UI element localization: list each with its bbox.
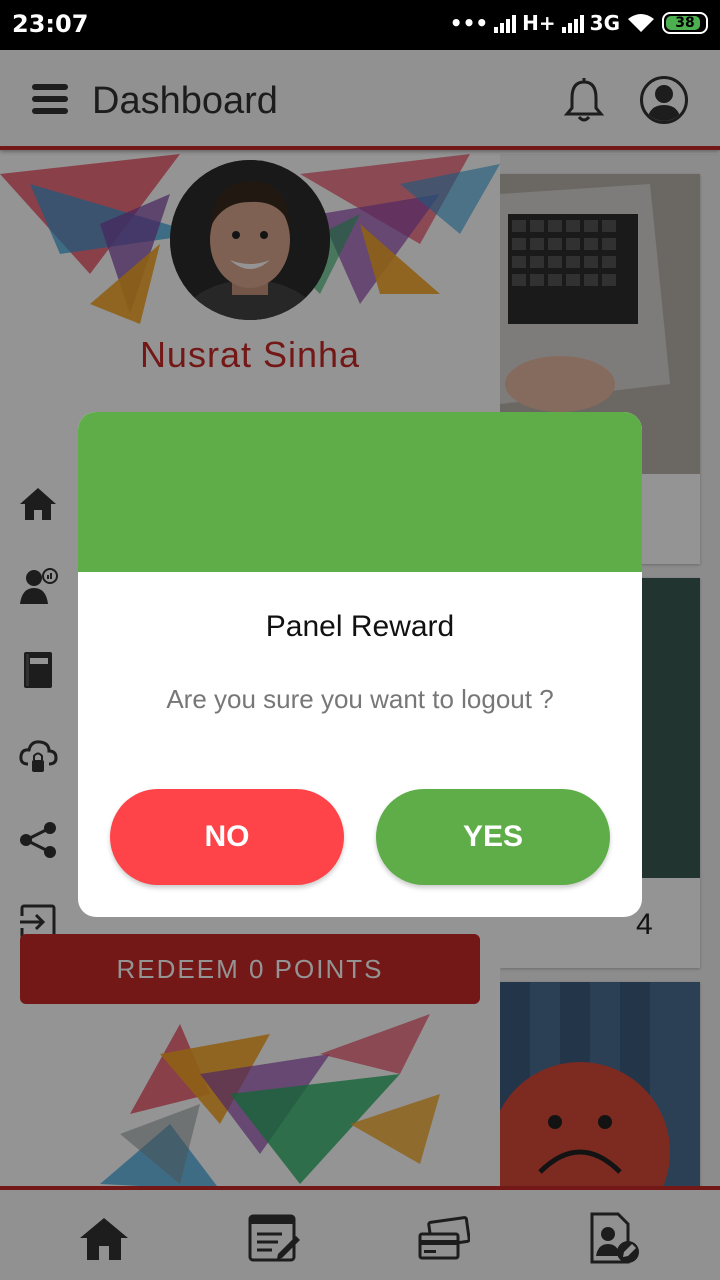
no-button[interactable]: NO [110, 789, 344, 885]
battery-level: 38 [675, 15, 695, 31]
status-bar: 23:07 ••• H+ 3G 38 [0, 0, 720, 50]
network-type-secondary: 3G [589, 11, 620, 35]
dialog-message: Are you sure you want to logout ? [166, 684, 554, 714]
signal-icon [494, 13, 517, 33]
dialog-title: Panel Reward [265, 610, 455, 643]
dialog-header [78, 412, 642, 572]
network-type-primary: H+ [522, 11, 556, 35]
wifi-icon [628, 14, 654, 32]
logout-dialog: Panel Reward Are you sure you want to lo… [78, 412, 642, 917]
status-time: 23:07 [12, 10, 89, 38]
status-icons: ••• H+ 3G 38 [450, 11, 708, 35]
battery-icon: 38 [662, 12, 708, 34]
yes-button[interactable]: YES [376, 789, 610, 885]
notification-dots: ••• [449, 11, 489, 35]
signal-icon-2 [561, 13, 584, 33]
